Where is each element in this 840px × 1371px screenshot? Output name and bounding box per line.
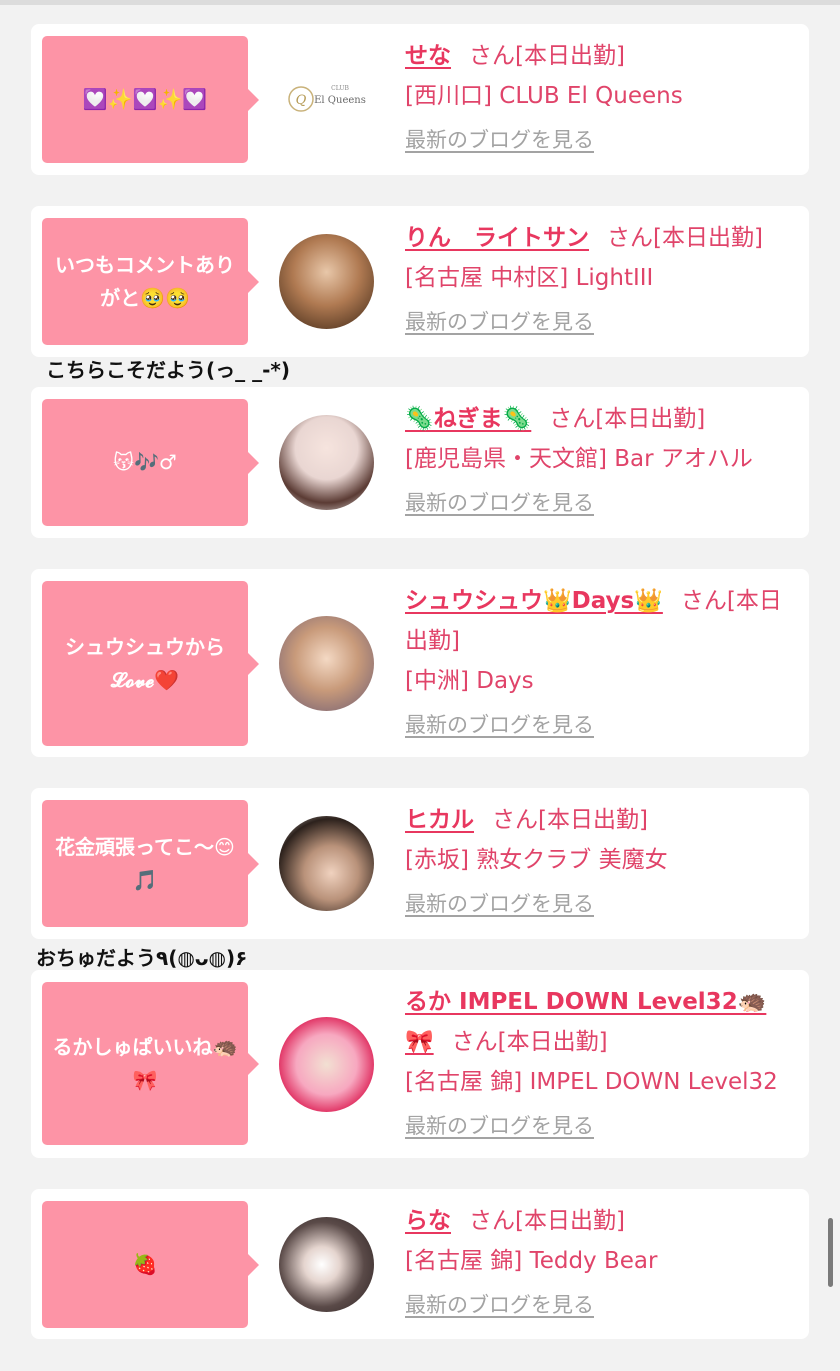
avatar-photo[interactable] xyxy=(279,1017,374,1112)
blog-link[interactable]: 最新のブログを見る xyxy=(405,705,594,745)
avatar-photo[interactable] xyxy=(279,1217,374,1312)
owner-reply: おちゅだよう٩(◍ᴗ◍)۶ xyxy=(36,946,248,970)
cast-info: 🦠ねぎま🦠 さん[本日出勤] [鹿児島県・天文館] Bar アオハル 最新のブログ… xyxy=(405,399,791,523)
cast-status: さん[本日出勤] xyxy=(451,1029,608,1055)
cast-name-link[interactable]: ヒカル xyxy=(405,807,474,833)
shop-name: [鹿児島県・天文館] Bar アオハル xyxy=(405,446,753,472)
comment-text: シュウシュウから 𝓛𝓸𝓿𝓮❤️ xyxy=(65,634,225,692)
cast-info: らな さん[本日出勤] [名古屋 錦] Teddy Bear 最新のブログを見る xyxy=(405,1201,791,1325)
top-edge xyxy=(0,0,840,5)
cast-info: ヒカル さん[本日出勤] [赤坂] 熟女クラブ 美魔女 最新のブログを見る xyxy=(405,800,791,924)
comment-text: 😽🎶♂ xyxy=(113,450,177,474)
logo-small-text: CLUB xyxy=(331,85,349,92)
comment-bubble: るかしゅぱいいね🦔🎀 xyxy=(42,982,259,1145)
cast-name-link[interactable]: シュウシュウ👑Days👑 xyxy=(405,588,663,614)
logo-main-text: El Queens xyxy=(314,95,366,106)
comment-bubble: 😽🎶♂ xyxy=(42,399,259,526)
cast-name-link[interactable]: 🦠ねぎま🦠 xyxy=(405,406,531,432)
diary-card: いつもコメントありがと🥹🥹 りん ライトサン さん[本日出勤] [名古屋 中村区]… xyxy=(31,206,809,357)
avatar-photo[interactable] xyxy=(279,616,374,711)
shop-name: [名古屋 錦] Teddy Bear xyxy=(405,1248,658,1274)
blog-link[interactable]: 最新のブログを見る xyxy=(405,1285,594,1325)
svg-text:Q: Q xyxy=(296,93,307,108)
cast-status: さん[本日出勤] xyxy=(492,807,648,833)
diary-card: シュウシュウから 𝓛𝓸𝓿𝓮❤️ シュウシュウ👑Days👑 さん[本日出勤] [中洲… xyxy=(31,569,809,757)
cast-status: さん[本日出勤] xyxy=(469,43,625,69)
comment-text: るかしゅぱいいね🦔🎀 xyxy=(52,1034,238,1092)
cast-name-link[interactable]: せな xyxy=(405,43,451,69)
comment-text: 💟✨💟✨💟 xyxy=(82,87,208,111)
diary-card: 🍓 らな さん[本日出勤] [名古屋 錦] Teddy Bear 最新のブログを見… xyxy=(31,1189,809,1339)
diary-card: 花金頑張ってこ〜😊🎵 ヒカル さん[本日出勤] [赤坂] 熟女クラブ 美魔女 最新… xyxy=(31,788,809,939)
cast-info: せな さん[本日出勤] [西川口] CLUB El Queens 最新のブログを見… xyxy=(405,36,791,160)
comment-bubble: 花金頑張ってこ〜😊🎵 xyxy=(42,800,259,927)
comment-text: いつもコメントありがと🥹🥹 xyxy=(55,252,235,310)
diary-card: 😽🎶♂ 🦠ねぎま🦠 さん[本日出勤] [鹿児島県・天文館] Bar アオハル 最新… xyxy=(31,387,809,538)
blog-link[interactable]: 最新のブログを見る xyxy=(405,483,594,523)
scrollbar-thumb[interactable] xyxy=(828,1218,833,1287)
shop-name: [名古屋 中村区] LightIII xyxy=(405,265,654,291)
avatar-photo[interactable] xyxy=(279,816,374,911)
diary-card: 💟✨💟✨💟 Q CLUB El Queens せな さん[本日出勤] [西川口] … xyxy=(31,24,809,175)
blog-link[interactable]: 最新のブログを見る xyxy=(405,1106,594,1146)
avatar-photo[interactable] xyxy=(279,415,374,510)
blog-link[interactable]: 最新のブログを見る xyxy=(405,120,594,160)
comment-bubble: いつもコメントありがと🥹🥹 xyxy=(42,218,259,345)
cast-info: るか IMPEL DOWN Level32🦔🎀 さん[本日出勤] [名古屋 錦] … xyxy=(405,982,791,1146)
blog-link[interactable]: 最新のブログを見る xyxy=(405,884,594,924)
shop-name: [西川口] CLUB El Queens xyxy=(405,83,683,109)
owner-reply: こちらこそだよう(っ_ _-*) xyxy=(46,358,291,382)
avatar-photo[interactable] xyxy=(279,234,374,329)
blog-link[interactable]: 最新のブログを見る xyxy=(405,302,594,342)
comment-bubble: 🍓 xyxy=(42,1201,259,1328)
cast-name-link[interactable]: らな xyxy=(405,1208,451,1234)
cast-status: さん[本日出勤] xyxy=(469,1208,625,1234)
comment-bubble: 💟✨💟✨💟 xyxy=(42,36,259,163)
cast-name-link[interactable]: りん ライトサン xyxy=(405,225,589,251)
cast-status: さん[本日出勤] xyxy=(607,225,763,251)
diary-card: るかしゅぱいいね🦔🎀 るか IMPEL DOWN Level32🦔🎀 さん[本日出… xyxy=(31,970,809,1158)
cast-info: シュウシュウ👑Days👑 さん[本日出勤] [中洲] Days 最新のブログを見る xyxy=(405,581,791,745)
cast-status: さん[本日出勤] xyxy=(549,406,706,432)
cast-info: りん ライトサン さん[本日出勤] [名古屋 中村区] LightIII 最新のブ… xyxy=(405,218,791,342)
comment-text: 花金頑張ってこ〜😊🎵 xyxy=(55,834,235,892)
shop-name: [中洲] Days xyxy=(405,668,534,694)
comment-bubble: シュウシュウから 𝓛𝓸𝓿𝓮❤️ xyxy=(42,581,259,746)
shop-name: [赤坂] 熟女クラブ 美魔女 xyxy=(405,847,668,873)
avatar-logo[interactable]: Q CLUB El Queens xyxy=(279,52,374,147)
shop-name: [名古屋 錦] IMPEL DOWN Level32 xyxy=(405,1069,778,1095)
comment-text: 🍓 xyxy=(132,1252,158,1276)
